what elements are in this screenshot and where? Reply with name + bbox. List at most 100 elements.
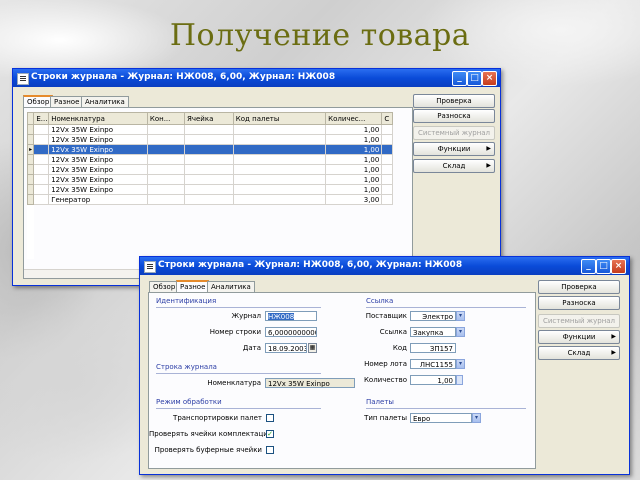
column-header-cell[interactable]: Ячейка	[184, 112, 234, 125]
cell-s[interactable]	[381, 154, 393, 165]
cell-quantity[interactable]: 1,00	[325, 134, 383, 145]
reference-field[interactable]: Закупка	[410, 327, 456, 337]
table-row[interactable]: 12Vx 35W Exinpo 1,00	[26, 134, 393, 145]
quantity-field[interactable]: 1,00	[410, 375, 456, 385]
cell-location[interactable]	[184, 134, 234, 145]
dropdown-arrow-icon[interactable]: ▾	[456, 359, 465, 369]
column-header-item[interactable]: Номенклатура	[48, 112, 148, 125]
cell-config[interactable]	[146, 154, 186, 165]
cell-pallet-code[interactable]	[232, 194, 327, 205]
cell-pallet-code[interactable]	[232, 124, 327, 135]
cell-s[interactable]	[381, 194, 393, 205]
check-button[interactable]: Проверка	[413, 94, 495, 108]
cell-config[interactable]	[146, 174, 186, 185]
cell-location[interactable]	[184, 174, 234, 185]
post-button[interactable]: Разноска	[413, 109, 495, 123]
cell-location[interactable]	[184, 144, 234, 155]
column-header-e[interactable]: Е...	[33, 112, 50, 125]
cell-e[interactable]	[33, 144, 50, 155]
pallet-type-field[interactable]: Евро	[410, 413, 472, 423]
column-header-s[interactable]: С	[381, 112, 393, 125]
cell-config[interactable]	[146, 184, 186, 195]
cell-pallet-code[interactable]	[232, 154, 327, 165]
cell-pallet-code[interactable]	[232, 144, 327, 155]
post-button[interactable]: Разноска	[538, 296, 620, 310]
supplier-field[interactable]: Электро	[410, 311, 456, 321]
cell-quantity[interactable]: 3,00	[325, 194, 383, 205]
dropdown-arrow-icon[interactable]: ▾	[456, 311, 465, 321]
cell-item[interactable]: 12Vx 35W Exinpo	[48, 184, 148, 195]
column-header-pallet-code[interactable]: Код палеты	[232, 112, 327, 125]
check-button[interactable]: Проверка	[538, 280, 620, 294]
warehouse-menu-button[interactable]: Склад ▶	[413, 159, 495, 173]
cell-item[interactable]: 12Vx 35W Exinpo	[48, 144, 148, 155]
verify-buffer-cells-checkbox[interactable]	[266, 446, 274, 454]
cell-e[interactable]	[33, 134, 50, 145]
table-row[interactable]: 12Vx 35W Exinpo 1,00	[26, 164, 393, 175]
lot-number-field[interactable]: ЛНС1155	[410, 359, 456, 369]
cell-item[interactable]: Генератор	[48, 194, 148, 205]
cell-item[interactable]: 12Vx 35W Exinpo	[48, 174, 148, 185]
minimize-button[interactable]: _	[581, 259, 596, 274]
cell-location[interactable]	[184, 184, 234, 195]
cell-config[interactable]	[146, 144, 186, 155]
window-titlebar[interactable]: Строки журнала - Журнал: НЖ008, 6,00, Жу…	[13, 69, 500, 87]
warehouse-menu-button[interactable]: Склад ▶	[538, 346, 620, 360]
cell-quantity[interactable]: 1,00	[325, 164, 383, 175]
table-row[interactable]: 12Vx 35W Exinpo 1,00	[26, 124, 393, 135]
cell-location[interactable]	[184, 154, 234, 165]
close-button[interactable]: ×	[611, 259, 626, 274]
column-header-config[interactable]: Кон...	[146, 112, 186, 125]
cell-item[interactable]: 12Vx 35W Exinpo	[48, 124, 148, 135]
code-field[interactable]: ЗП157	[410, 343, 456, 353]
cell-item[interactable]: 12Vx 35W Exinpo	[48, 164, 148, 175]
cell-pallet-code[interactable]	[232, 184, 327, 195]
maximize-button[interactable]: □	[596, 259, 611, 274]
cell-config[interactable]	[146, 134, 186, 145]
table-row[interactable]: 12Vx 35W Exinpo 1,00	[26, 184, 393, 195]
calendar-icon[interactable]: ▦	[308, 343, 317, 353]
cell-location[interactable]	[184, 124, 234, 135]
cell-item[interactable]: 12Vx 35W Exinpo	[48, 154, 148, 165]
verify-picking-cells-checkbox[interactable]: ✓	[266, 430, 274, 438]
column-header-quantity[interactable]: Количес...	[325, 112, 383, 125]
cell-e[interactable]	[33, 154, 50, 165]
functions-menu-button[interactable]: Функции ▶	[413, 142, 495, 156]
cell-e[interactable]	[33, 124, 50, 135]
cell-config[interactable]	[146, 164, 186, 175]
cell-e[interactable]	[33, 164, 50, 175]
cell-s[interactable]	[381, 134, 393, 145]
date-field[interactable]: 18.09.2003	[265, 343, 307, 353]
cell-location[interactable]	[184, 194, 234, 205]
cell-e[interactable]	[33, 174, 50, 185]
cell-quantity[interactable]: 1,00	[325, 124, 383, 135]
cell-pallet-code[interactable]	[232, 134, 327, 145]
table-row[interactable]: 12Vx 35W Exinpo 1,00	[26, 174, 393, 185]
cell-s[interactable]	[381, 164, 393, 175]
cell-pallet-code[interactable]	[232, 174, 327, 185]
system-journal-button[interactable]: Системный журнал	[538, 314, 620, 328]
cell-s[interactable]	[381, 144, 393, 155]
cell-e[interactable]	[33, 194, 50, 205]
cell-s[interactable]	[381, 124, 393, 135]
journal-field[interactable]: НЖ008	[265, 311, 317, 321]
cell-location[interactable]	[184, 164, 234, 175]
table-row[interactable]: 12Vx 35W Exinpo 1,00	[26, 154, 393, 165]
close-button[interactable]: ×	[482, 71, 497, 86]
item-field[interactable]: 12Vx 35W Exinpo	[265, 378, 355, 388]
cell-quantity[interactable]: 1,00	[325, 184, 383, 195]
pallet-transport-checkbox[interactable]	[266, 414, 274, 422]
cell-pallet-code[interactable]	[232, 164, 327, 175]
cell-quantity[interactable]: 1,00	[325, 154, 383, 165]
functions-menu-button[interactable]: Функции ▶	[538, 330, 620, 344]
window-titlebar[interactable]: Строки журнала - Журнал: НЖ008, 6,00, Жу…	[140, 257, 629, 275]
dropdown-arrow-icon[interactable]: ▾	[472, 413, 481, 423]
cell-s[interactable]	[381, 174, 393, 185]
maximize-button[interactable]: □	[467, 71, 482, 86]
cell-quantity[interactable]: 1,00	[325, 174, 383, 185]
table-row[interactable]: Генератор 3,00	[26, 194, 393, 205]
minimize-button[interactable]: _	[452, 71, 467, 86]
line-number-field[interactable]: 6,0000000000	[265, 327, 317, 337]
quantity-spinner[interactable]	[456, 375, 463, 385]
cell-s[interactable]	[381, 184, 393, 195]
